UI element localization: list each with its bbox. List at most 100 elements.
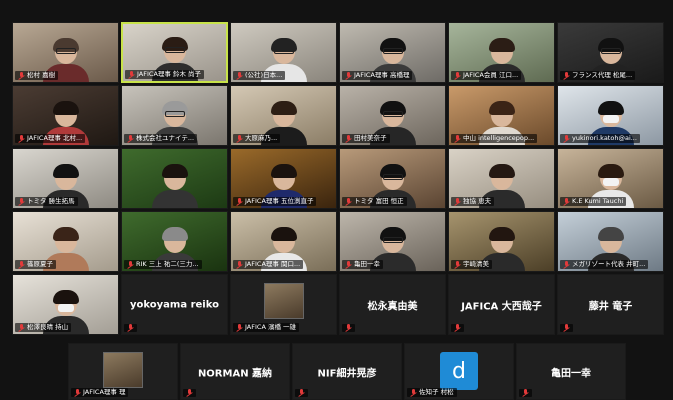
participant-tile[interactable]: JAFICA理事 高橋理 <box>339 22 446 83</box>
participant-tile[interactable]: K.E Kumi Tauchi <box>557 148 664 209</box>
participant-display-name: 大原麻乃... <box>245 134 278 142</box>
participant-tile[interactable]: 株式会社ユナイテ... <box>121 85 228 146</box>
mic-muted-icon <box>127 260 134 269</box>
participant-display-name: フランス代理 松尾... <box>572 71 633 79</box>
participant-tile[interactable] <box>121 148 228 209</box>
glasses <box>382 237 403 243</box>
participant-tile[interactable]: 藤井 竜子 <box>557 274 664 335</box>
mic-muted-icon <box>18 323 25 332</box>
participant-name: 松永真由美 <box>367 301 418 312</box>
participant-label: 独協 恵夫 <box>451 197 495 206</box>
participant-tile[interactable]: 独協 恵夫 <box>448 148 555 209</box>
participant-tile[interactable]: トミタ 富田 恒正 <box>339 148 446 209</box>
participant-tile[interactable]: 松永真由美 <box>339 274 446 335</box>
participant-tile[interactable]: JAFICA理事 北村... <box>12 85 119 146</box>
glasses <box>55 48 76 54</box>
participant-tile[interactable]: 大原麻乃... <box>230 85 337 146</box>
participant-label: 篠原夏子 <box>15 260 56 269</box>
participant-label: 亀田一幸 <box>342 260 383 269</box>
participant-display-name: 中山 intelligencepop... <box>463 134 535 142</box>
mic-muted-icon <box>345 260 352 269</box>
face-mask <box>602 115 619 123</box>
participant-tile[interactable]: yukinori.katoh@ai... <box>557 85 664 146</box>
participant-label <box>183 389 196 397</box>
participant-display-name: JAFICA会員 江口... <box>463 71 519 79</box>
participant-tile[interactable]: JAFICA理事 関口... <box>230 211 337 272</box>
participant-tile[interactable]: RIK 三上 祐二(三力... <box>121 211 228 272</box>
glasses <box>382 174 403 180</box>
participant-label: フランス代理 松尾... <box>560 71 636 80</box>
participant-label: JAFICA 濱橋 一雄 <box>233 323 300 332</box>
mic-muted-icon <box>18 134 25 143</box>
participant-display-name: K.E Kumi Tauchi <box>572 197 624 205</box>
mic-muted-icon <box>236 260 243 269</box>
participant-label <box>451 324 464 332</box>
participant-tile[interactable]: メガリゾート代表 井町... <box>557 211 664 272</box>
mic-muted-icon <box>186 389 193 397</box>
participant-tile[interactable]: d 佐知子 村松 <box>404 343 514 400</box>
participant-label: 株式会社ユナイテ... <box>124 134 198 143</box>
participant-tile[interactable]: JAFICA 濱橋 一雄 <box>230 274 337 335</box>
participant-video <box>151 164 198 208</box>
participant-label: メガリゾート代表 井町... <box>560 260 649 269</box>
participant-grid: 松村 嘉樹 JAFICA理事 鈴木 尚子 (公社)日本... JAFICA理事 高橋理… <box>12 22 664 335</box>
participant-label <box>519 389 532 397</box>
participant-tile[interactable]: NORMAN 嘉納 <box>180 343 290 400</box>
participant-tile[interactable]: 亀田一幸 <box>516 343 626 400</box>
participant-tile[interactable]: 亀田一幸 <box>339 211 446 272</box>
mic-muted-icon <box>563 324 570 332</box>
participant-display-name: JAFICA理事 鈴木 尚子 <box>137 70 202 78</box>
participant-tile[interactable]: JAFICA 大西哉子 <box>448 274 555 335</box>
participant-tile[interactable]: 中山 intelligencepop... <box>448 85 555 146</box>
mic-muted-icon <box>410 388 417 397</box>
participant-tile[interactable]: 田村美奈子 <box>339 85 446 146</box>
glasses <box>382 48 403 54</box>
mic-muted-icon <box>236 323 243 332</box>
participant-tile[interactable]: NIF細井晃彦 <box>292 343 402 400</box>
mic-muted-icon <box>522 389 529 397</box>
participant-name: JAFICA 大西哉子 <box>461 301 542 312</box>
participant-tile[interactable]: 篠原夏子 <box>12 211 119 272</box>
participant-grid-bottom-row: JAFICA理事 理 NORMAN 嘉納 NIF細井晃彦 d 佐知子 村松 亀田一幸 <box>68 343 628 400</box>
glasses <box>273 48 294 54</box>
participant-tile[interactable]: 宇崎清美 <box>448 211 555 272</box>
participant-tile[interactable]: フランス代理 松尾... <box>557 22 664 83</box>
participant-label: 宇崎清美 <box>451 260 492 269</box>
participant-label: JAFICA理事 五位渕直子 <box>233 197 317 206</box>
participant-label: 大原麻乃... <box>233 134 281 143</box>
participant-display-name: トミタ 富田 恒正 <box>354 197 404 205</box>
participant-tile[interactable]: JAFICA理事 五位渕直子 <box>230 148 337 209</box>
participant-label: トミタ 勝生拓馬 <box>15 197 78 206</box>
participant-label: JAFICA理事 関口... <box>233 260 304 269</box>
participant-label <box>560 324 573 332</box>
participant-tile[interactable]: (公社)日本... <box>230 22 337 83</box>
participant-tile[interactable]: JAFICA会員 江口... <box>448 22 555 83</box>
participant-tile[interactable]: JAFICA理事 理 <box>68 343 178 400</box>
mic-muted-icon <box>74 388 81 397</box>
participant-tile[interactable]: 松村 嘉樹 <box>12 22 119 83</box>
participant-display-name: 独協 恵夫 <box>463 197 492 205</box>
face-mask <box>57 304 74 312</box>
participant-label: 中山 intelligencepop... <box>451 134 538 143</box>
mic-muted-icon <box>454 260 461 269</box>
participant-display-name: JAFICA理事 理 <box>83 388 126 396</box>
mic-muted-icon <box>127 134 134 143</box>
participant-display-name: RIK 三上 祐二(三力... <box>136 260 199 268</box>
profile-picture <box>263 283 304 319</box>
participant-label <box>295 389 308 397</box>
participant-tile[interactable]: トミタ 勝生拓馬 <box>12 148 119 209</box>
mic-muted-icon <box>563 71 570 80</box>
profile-picture <box>103 352 143 388</box>
participant-display-name: メガリゾート代表 井町... <box>572 260 646 268</box>
participant-tile[interactable]: yokoyama reiko <box>121 274 228 335</box>
mic-muted-icon <box>18 260 25 269</box>
mic-muted-icon <box>298 389 305 397</box>
participant-label: 田村美奈子 <box>342 134 390 143</box>
participant-label <box>342 324 355 332</box>
participant-label: JAFICA理事 鈴木 尚子 <box>125 70 205 79</box>
participant-tile[interactable]: 松澤良晴 持山 <box>12 274 119 335</box>
participant-name: yokoyama reiko <box>130 299 219 310</box>
mic-muted-icon <box>454 134 461 143</box>
participant-tile[interactable]: JAFICA理事 鈴木 尚子 <box>121 22 228 83</box>
participant-label: JAFICA理事 理 <box>71 388 129 397</box>
